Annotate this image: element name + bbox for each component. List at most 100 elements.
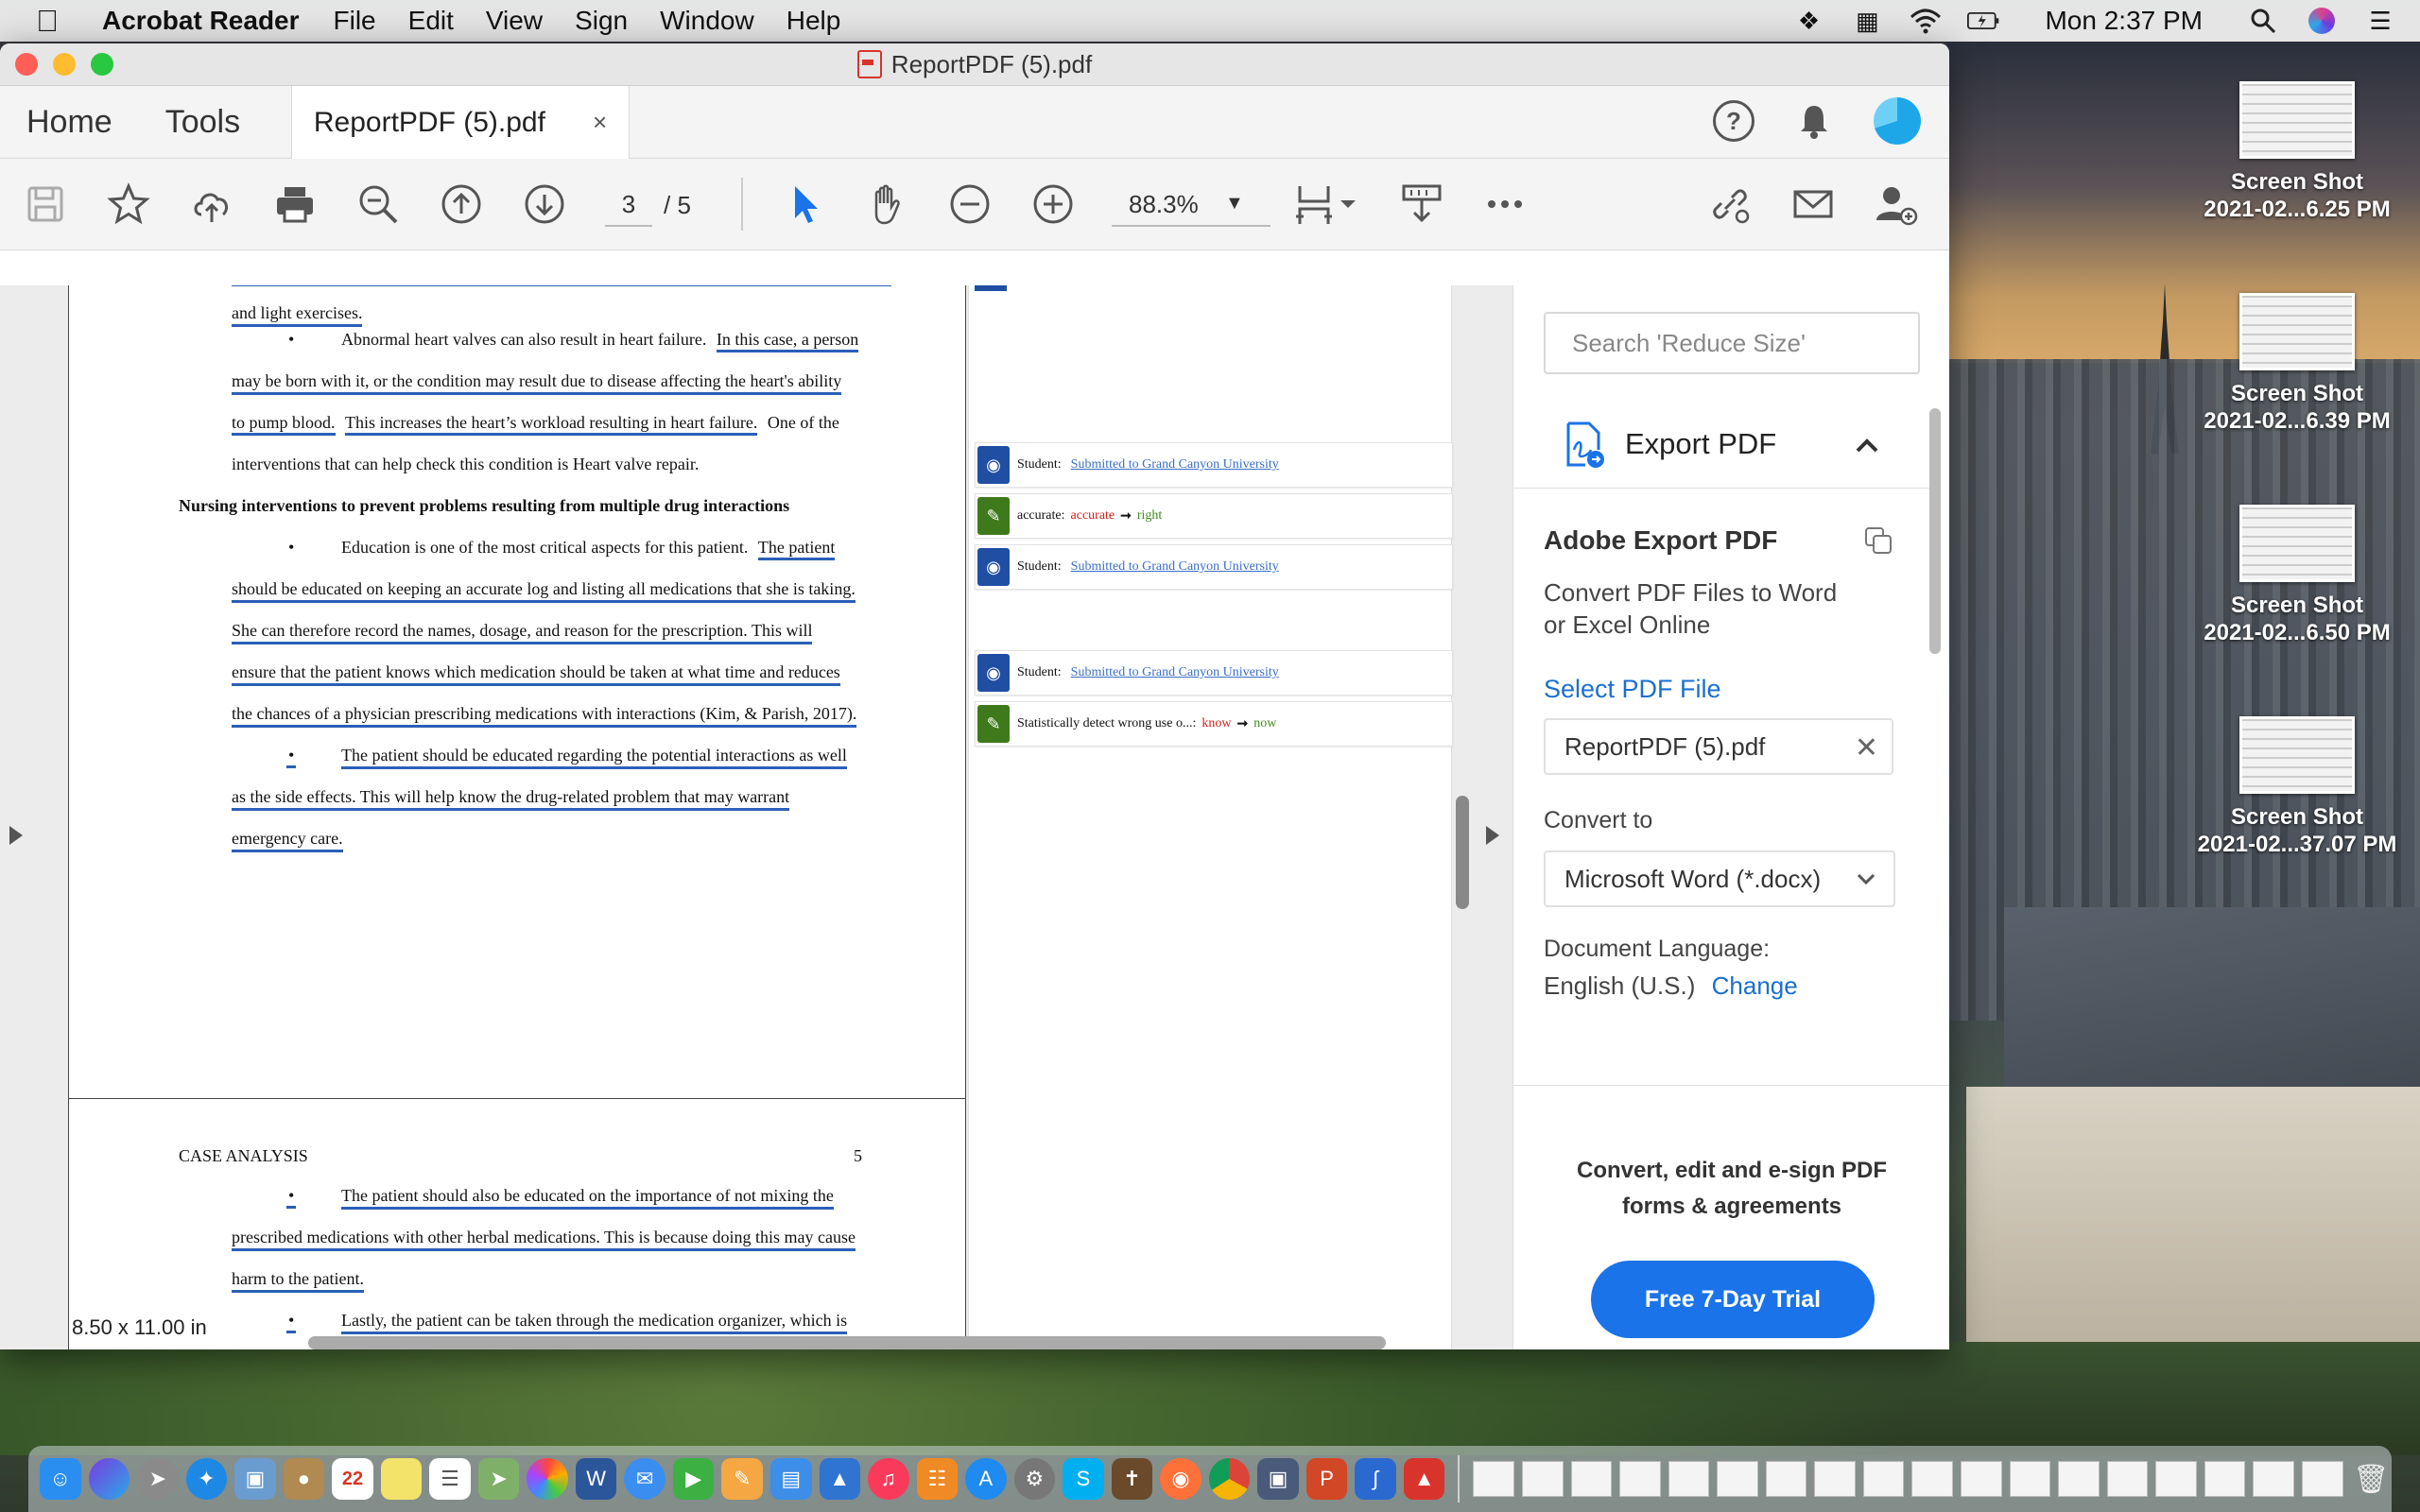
apple-menu-icon[interactable]:  <box>36 4 74 39</box>
acrobat-icon[interactable]: ▲ <box>1403 1458 1445 1500</box>
pdf-page-5[interactable]: CASE ANALYSIS 5 • The patient should als… <box>68 1098 966 1349</box>
export-pdf-header[interactable]: Export PDF <box>1513 403 1929 489</box>
avatar[interactable] <box>1874 97 1921 145</box>
system-preferences-icon[interactable]: ⚙ <box>1013 1458 1056 1500</box>
siri-icon[interactable] <box>2305 7 2339 35</box>
zoom-window-button[interactable] <box>91 53 113 76</box>
pages-icon[interactable]: ✎ <box>721 1458 763 1500</box>
tools-search-input[interactable]: Search 'Reduce Size' <box>1544 312 1920 374</box>
close-window-button[interactable] <box>15 53 38 76</box>
desktop-file[interactable]: Screen Shot 2021-02...37.07 PM <box>2174 716 2420 858</box>
dock-document[interactable] <box>1521 1461 1564 1497</box>
format-select[interactable]: Microsoft Word (*.docx) <box>1544 850 1895 907</box>
preview-icon[interactable]: ▣ <box>234 1458 276 1500</box>
chevron-up-icon[interactable] <box>1854 431 1880 461</box>
spotlight-search-icon[interactable] <box>2246 7 2280 35</box>
finder-icon[interactable]: ☺ <box>40 1458 81 1500</box>
reminders-icon[interactable]: ☰ <box>429 1458 471 1500</box>
notifications-bell-icon[interactable] <box>1798 102 1830 140</box>
star-icon[interactable] <box>106 181 151 227</box>
menu-help[interactable]: Help <box>786 6 841 36</box>
bluetooth-icon[interactable]: ∫ <box>1355 1458 1396 1500</box>
email-icon[interactable] <box>1790 181 1836 227</box>
photo-viewer-icon[interactable]: ▣ <box>1257 1458 1299 1500</box>
cloud-upload-icon[interactable] <box>189 181 234 227</box>
vertical-scrollbar[interactable] <box>1456 796 1469 909</box>
page-number-input[interactable]: 3 <box>605 183 652 227</box>
notification-center-icon[interactable]: ☰ <box>2363 7 2397 35</box>
comment-correction[interactable]: ✎ accurate: accurate ➞ right <box>975 493 1453 539</box>
print-icon[interactable] <box>272 181 318 227</box>
page-fit-dropdown-icon[interactable] <box>1337 181 1359 227</box>
dock-document[interactable] <box>1717 1461 1758 1497</box>
dock-document[interactable] <box>1862 1461 1905 1497</box>
zoom-out-search-icon[interactable] <box>355 181 401 227</box>
zoom-in-icon[interactable] <box>1030 181 1076 227</box>
source-link[interactable]: Submitted to Grand Canyon University <box>1071 457 1279 472</box>
dock-document[interactable] <box>2106 1461 2149 1497</box>
dock-document[interactable] <box>2301 1461 2343 1497</box>
app-menu[interactable]: Acrobat Reader <box>102 6 300 36</box>
contacts-icon[interactable]: ● <box>283 1458 325 1500</box>
free-trial-button[interactable]: Free 7-Day Trial <box>1591 1261 1875 1338</box>
maps-icon[interactable]: ➤ <box>477 1458 520 1500</box>
desktop-file[interactable]: Screen Shot 2021-02...6.39 PM <box>2174 293 2420 435</box>
hand-tool-icon[interactable] <box>864 181 909 227</box>
add-user-icon[interactable] <box>1874 181 1919 227</box>
desktop-file[interactable]: Screen Shot 2021-02...6.50 PM <box>2174 505 2420 646</box>
tab-close-icon[interactable]: × <box>593 108 607 137</box>
powerpoint-icon[interactable]: P <box>1305 1458 1348 1500</box>
share-link-icon[interactable] <box>1707 181 1753 227</box>
menu-clock[interactable]: Mon 2:37 PM <box>2045 6 2203 36</box>
books-icon[interactable]: ☷ <box>916 1458 959 1500</box>
expand-right-panel-icon[interactable] <box>1486 826 1499 845</box>
trash-icon[interactable]: 🗑 <box>2351 1458 2393 1500</box>
launchpad-icon[interactable]: ➤ <box>137 1458 179 1500</box>
menu-window[interactable]: Window <box>660 6 754 36</box>
word-icon[interactable]: W <box>575 1458 617 1500</box>
numbers-icon[interactable]: ▤ <box>769 1458 812 1500</box>
dock-document[interactable] <box>2155 1461 2197 1497</box>
source-link[interactable]: Submitted to Grand Canyon University <box>1071 665 1279 680</box>
page-fit-icon[interactable] <box>1291 181 1337 227</box>
expand-left-panel-icon[interactable] <box>9 826 23 845</box>
app-store-icon[interactable]: A <box>965 1458 1007 1500</box>
zoom-out-icon[interactable] <box>947 181 993 227</box>
dock-document[interactable] <box>1814 1461 1856 1497</box>
dock-document[interactable] <box>2009 1461 2051 1497</box>
dock-document[interactable] <box>1911 1461 1954 1497</box>
wifi-icon[interactable] <box>1909 7 1943 35</box>
scroll-mode-icon[interactable] <box>1399 181 1444 227</box>
previous-page-icon[interactable] <box>439 181 484 227</box>
safari-icon[interactable]: ✦ <box>185 1458 228 1500</box>
dock-document[interactable] <box>1961 1461 2002 1497</box>
source-link[interactable]: Submitted to Grand Canyon University <box>1071 559 1279 575</box>
keynote-icon[interactable]: ▲ <box>819 1458 861 1500</box>
pdf-page-3[interactable]: and light exercises. • Abnormal heart va… <box>68 285 966 1102</box>
tab-tools[interactable]: Tools <box>139 104 267 141</box>
select-cursor-icon[interactable] <box>781 181 826 227</box>
dropbox-icon[interactable]: ❖ <box>1791 7 1825 35</box>
siri-dock-icon[interactable] <box>88 1458 130 1500</box>
dock-document[interactable] <box>2058 1461 2100 1497</box>
calendar-icon[interactable]: 22 <box>332 1458 373 1500</box>
menu-file[interactable]: File <box>334 6 376 36</box>
menu-edit[interactable]: Edit <box>408 6 454 36</box>
bible-icon[interactable]: ✝ <box>1111 1458 1153 1500</box>
comment-source[interactable]: ◉ Student: Submitted to Grand Canyon Uni… <box>975 650 1453 696</box>
chrome-icon[interactable] <box>1208 1458 1251 1500</box>
dock-document[interactable] <box>1619 1461 1661 1497</box>
zoom-level-input[interactable]: 88.3% <box>1112 183 1270 227</box>
dock-document[interactable] <box>1473 1461 1514 1497</box>
menu-sign[interactable]: Sign <box>575 6 628 36</box>
comment-source[interactable]: ◉ Student: Submitted to Grand Canyon Uni… <box>975 544 1453 590</box>
messages-icon[interactable]: ✉ <box>624 1458 666 1500</box>
select-pdf-file-link[interactable]: Select PDF File <box>1544 675 1721 704</box>
firefox-icon[interactable]: ◉ <box>1160 1458 1201 1500</box>
change-language-link[interactable]: Change <box>1712 971 1798 1000</box>
desktop-file[interactable]: Screen Shot 2021-02...6.25 PM <box>2174 81 2420 223</box>
skype-icon[interactable]: S <box>1063 1458 1104 1500</box>
dock-document[interactable] <box>1668 1461 1710 1497</box>
dock-document[interactable] <box>1570 1461 1613 1497</box>
panel-scrollbar[interactable] <box>1929 408 1941 654</box>
